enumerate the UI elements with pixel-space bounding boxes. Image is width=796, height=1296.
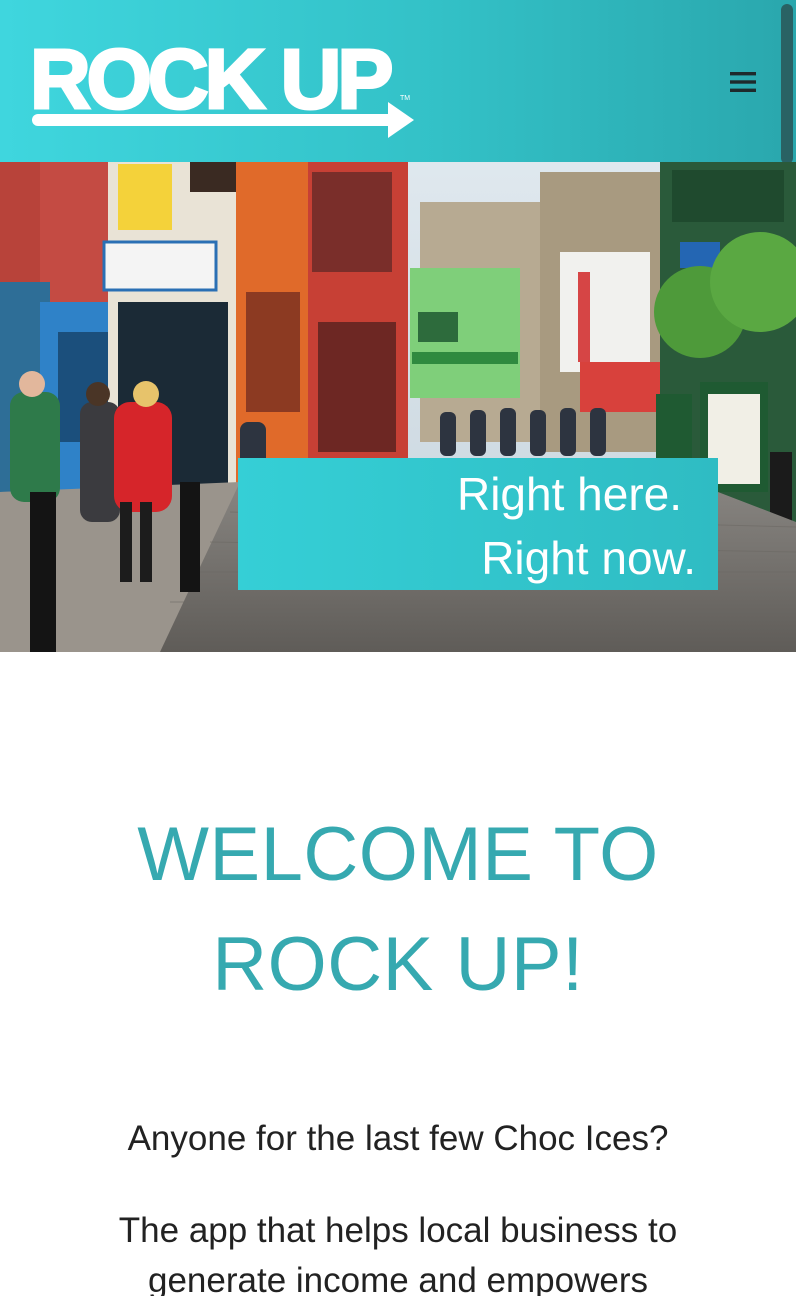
site-header: ROCK UP TM [0,0,796,164]
tagline-box: Right here. Right now. [238,458,718,590]
hero-banner: Right here. Right now. [0,162,796,652]
tagline-line-2: Right now. [481,532,696,584]
welcome-line-2: ROCK UP! [212,922,584,1007]
hamburger-menu-icon [730,72,756,92]
welcome-line-1: WELCOME TO [137,812,659,897]
description-text: The app that helps local business to gen… [118,1211,678,1296]
scrollbar-thumb[interactable] [781,4,793,164]
tagline-line-1: Right here. [456,468,682,520]
logo-text: ROCK UP [30,32,391,126]
welcome-heading: WELCOME TO ROCK UP! [0,800,796,1020]
trademark-mark: TM [400,95,410,102]
rock-up-logo[interactable]: ROCK UP TM [28,30,418,138]
menu-button[interactable] [722,62,764,102]
intro-text: Anyone for the last few Choc Ices? [127,1119,669,1158]
